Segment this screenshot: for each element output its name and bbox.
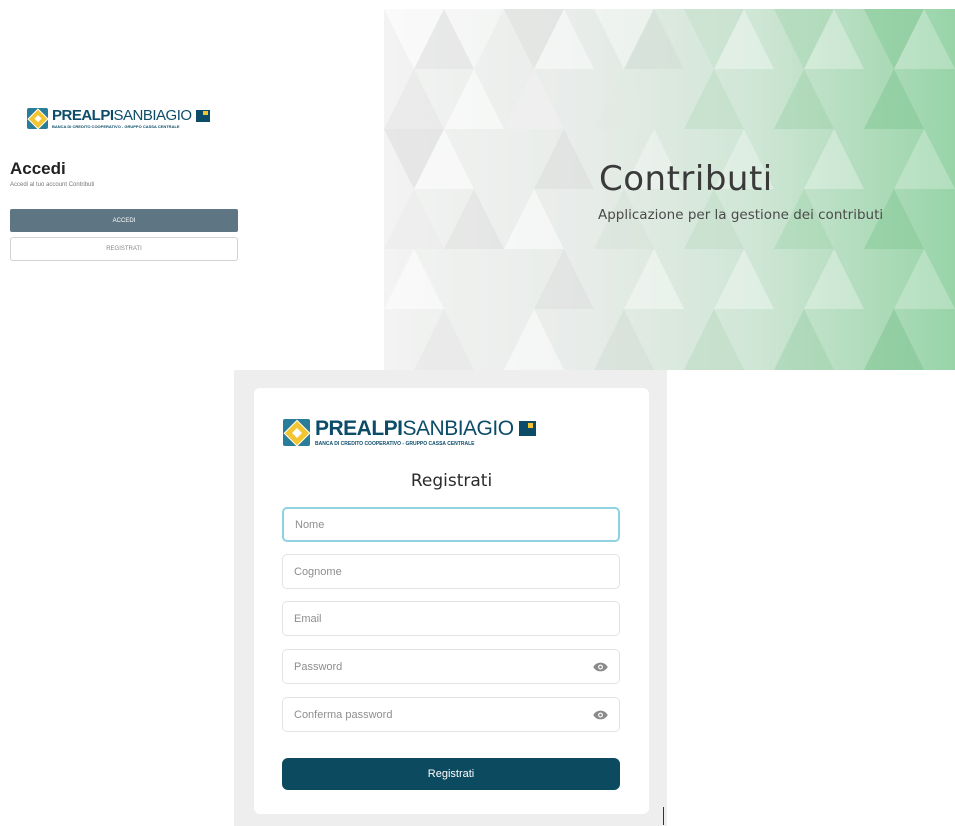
register-card: PREALPI SANBIAGIO BANCA DI CREDITO COOPE… — [254, 388, 649, 814]
register-submit-button[interactable]: Registrati — [282, 758, 620, 790]
nome-field[interactable] — [282, 507, 620, 542]
password-input[interactable] — [283, 650, 619, 683]
cognome-input[interactable] — [283, 555, 619, 588]
email-field[interactable] — [282, 601, 620, 636]
login-title: Accedi — [10, 159, 66, 178]
confirm-password-field[interactable] — [282, 697, 620, 732]
register-section: PREALPI SANBIAGIO BANCA DI CREDITO COOPE… — [234, 370, 667, 826]
register-title: Registrati — [410, 471, 493, 491]
accedi-button[interactable]: ACCEDI — [10, 209, 238, 232]
hero-title: Contributi — [599, 159, 773, 199]
brand-name-bold: PREALPI — [52, 107, 114, 124]
brand-emblem-icon — [283, 419, 310, 446]
hero-subtitle: Applicazione per la gestione dei contrib… — [598, 207, 884, 223]
cognome-field[interactable] — [282, 554, 620, 589]
login-subtitle: Accedi al tuo account Contributi — [10, 182, 95, 188]
eye-icon[interactable] — [593, 709, 608, 720]
brand-flag-icon — [195, 109, 210, 122]
text-cursor — [663, 807, 664, 825]
brand-name-bold: PREALPI — [315, 417, 403, 440]
brand-flag-icon — [518, 421, 536, 436]
brand-logo-large: PREALPI SANBIAGIO BANCA DI CREDITO COOPE… — [283, 418, 536, 447]
brand-name-light: SANBIAGIO — [402, 417, 515, 440]
brand-name-light: SANBIAGIO — [113, 107, 193, 124]
login-panel: PREALPI SANBIAGIO BANCA DI CREDITO COOPE… — [0, 0, 384, 370]
email-input[interactable] — [283, 602, 619, 635]
password-field[interactable] — [282, 649, 620, 684]
eye-icon[interactable] — [593, 661, 608, 672]
brand-emblem-icon — [27, 108, 48, 129]
hero-banner: Contributi Applicazione per la gestione … — [384, 9, 955, 370]
brand-tagline: BANCA DI CREDITO COOPERATIVO - GRUPPO CA… — [315, 441, 475, 447]
registrati-link-button[interactable]: REGISTRATI — [10, 237, 238, 261]
nome-input[interactable] — [284, 509, 618, 540]
brand-logo: PREALPI SANBIAGIO BANCA DI CREDITO COOPE… — [27, 108, 210, 129]
confirm-password-input[interactable] — [283, 698, 619, 731]
brand-tagline: BANCA DI CREDITO COOPERATIVO - GRUPPO CA… — [52, 124, 180, 129]
